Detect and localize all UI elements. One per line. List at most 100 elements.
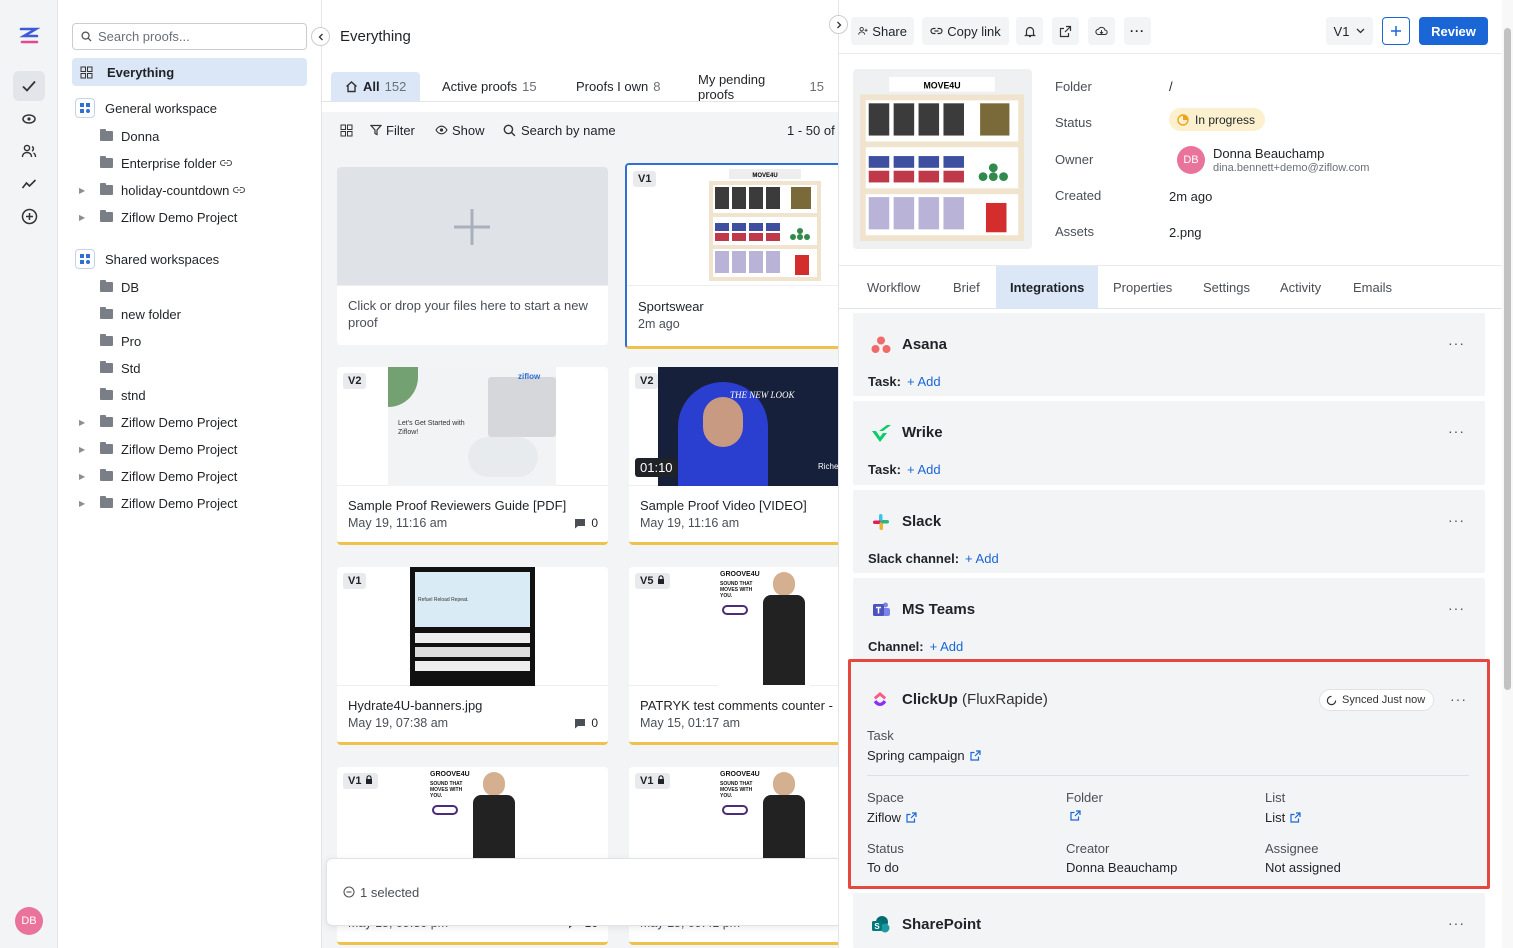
users-icon[interactable] <box>13 136 45 166</box>
collapse-detail-button[interactable] <box>829 15 848 34</box>
notifications-button[interactable] <box>1016 17 1043 45</box>
tab-integrations[interactable]: Integrations <box>996 266 1099 309</box>
tab-activity[interactable]: Activity <box>1266 266 1335 309</box>
expand-caret-icon[interactable]: ▶ <box>79 186 85 195</box>
dropzone-area[interactable] <box>337 167 608 286</box>
expand-caret-icon[interactable]: ▶ <box>79 418 85 427</box>
more-options-icon[interactable]: ··· <box>1448 600 1465 616</box>
cloud-sync-button[interactable] <box>1088 17 1115 45</box>
collapse-sidebar-button[interactable] <box>311 27 330 46</box>
expand-caret-icon[interactable]: ▶ <box>79 213 85 222</box>
more-options-icon[interactable]: ··· <box>1448 335 1465 351</box>
user-avatar[interactable]: DB <box>15 907 43 935</box>
comment-count[interactable]: 0 <box>574 516 598 530</box>
selection-bar[interactable]: 1 selected <box>326 858 838 926</box>
search-by-name-button[interactable]: Search by name <box>503 118 616 142</box>
proof-card-video[interactable]: THE NEW LOOK Richer discu V2 01:10 Sampl… <box>629 367 838 545</box>
folder-link[interactable] <box>1070 810 1081 821</box>
add-circle-icon[interactable] <box>13 201 45 231</box>
filter-button[interactable]: Filter <box>370 118 415 142</box>
list-link[interactable]: List <box>1265 810 1301 825</box>
add-version-button[interactable] <box>1382 17 1410 45</box>
tab-workflow[interactable]: Workflow <box>853 266 934 309</box>
more-options-icon[interactable]: ··· <box>1448 423 1465 439</box>
proof-card-patryk[interactable]: GROOVE4U SOUND THAT MOVES WITH YOU. V5 P… <box>629 567 838 745</box>
expand-caret-icon[interactable]: ▶ <box>79 445 85 454</box>
search-placeholder: Search proofs... <box>98 29 190 44</box>
plus-icon <box>454 209 490 245</box>
tab-active-proofs[interactable]: Active proofs 15 <box>428 72 551 101</box>
proof-thumbnail[interactable]: MOVE4U <box>627 165 838 286</box>
proof-card-reviewers-guide[interactable]: ziflow Let's Get Started with Ziflow! V2… <box>337 367 608 545</box>
sidebar-folder-holiday-countdown[interactable]: holiday-countdown <box>100 179 246 201</box>
new-proof-dropzone[interactable]: Click or drop your files here to start a… <box>337 167 608 345</box>
view-toggle-button[interactable] <box>340 118 353 142</box>
more-options-icon[interactable]: ··· <box>1450 691 1467 707</box>
share-label: Share <box>872 23 907 39</box>
scrollbar[interactable] <box>1502 0 1513 948</box>
sidebar-folder-enterprise[interactable]: Enterprise folder <box>100 152 233 174</box>
sidebar-folder-ziflow-demo[interactable]: Ziflow Demo Project <box>100 206 237 228</box>
tab-settings[interactable]: Settings <box>1189 266 1264 309</box>
sidebar-folder[interactable]: Ziflow Demo Project <box>100 411 237 433</box>
task-link[interactable]: Spring campaign <box>867 748 981 763</box>
sidebar-general-workspace[interactable]: General workspace <box>75 97 217 119</box>
sidebar-folder[interactable]: DB <box>100 276 139 298</box>
sharepoint-icon: S <box>872 916 890 933</box>
sidebar-folder[interactable]: Ziflow Demo Project <box>100 465 237 487</box>
tab-all[interactable]: All 152 <box>331 72 421 101</box>
sync-status-badge[interactable]: Synced Just now <box>1319 689 1435 711</box>
proof-thumbnail[interactable]: Refuel Reload Repeat. <box>337 567 608 686</box>
detail-tabs: Workflow Brief Integrations Properties S… <box>839 265 1503 309</box>
expand-caret-icon[interactable]: ▶ <box>79 472 85 481</box>
sidebar-folder[interactable]: Pro <box>100 330 141 352</box>
sidebar-folder[interactable]: Ziflow Demo Project <box>100 438 237 460</box>
show-button[interactable]: Show <box>435 118 485 142</box>
sidebar-folder[interactable]: Ziflow Demo Project <box>100 492 237 514</box>
search-proofs-input[interactable]: Search proofs... <box>72 23 307 50</box>
sidebar-folder[interactable]: Std <box>100 357 141 379</box>
tab-my-pending-proofs[interactable]: My pending proofs 15 <box>684 72 838 102</box>
expand-caret-icon[interactable]: ▶ <box>79 499 85 508</box>
deselect-circle-icon[interactable] <box>343 886 355 898</box>
ziflow-logo-icon[interactable] <box>13 21 45 51</box>
analytics-icon[interactable] <box>13 169 45 199</box>
copy-link-button[interactable]: Copy link <box>922 17 1009 45</box>
proof-preview[interactable]: MOVE4U <box>853 69 1032 249</box>
add-channel-button[interactable]: + Add <box>965 551 999 566</box>
add-channel-button[interactable]: + Add <box>930 639 964 654</box>
space-link[interactable]: Ziflow <box>867 810 917 825</box>
version-select[interactable]: V1 <box>1326 17 1373 45</box>
share-button[interactable]: Share <box>851 17 914 45</box>
tab-emails[interactable]: Emails <box>1339 266 1406 309</box>
sidebar-shared-workspaces[interactable]: Shared workspaces <box>75 248 219 270</box>
svg-text:MOVE4U: MOVE4U <box>923 81 960 91</box>
add-task-button[interactable]: + Add <box>907 462 941 477</box>
sync-status: Synced Just now <box>1342 694 1426 706</box>
sidebar-folder[interactable]: stnd <box>100 384 146 406</box>
more-options-button[interactable]: ··· <box>1124 17 1151 45</box>
assets-value[interactable]: 2.png <box>1169 225 1202 240</box>
sidebar-folder[interactable]: new folder <box>100 303 181 325</box>
status-badge[interactable]: In progress <box>1169 108 1266 131</box>
review-button[interactable]: Review <box>1419 17 1488 45</box>
more-options-icon[interactable]: ··· <box>1448 915 1465 931</box>
sidebar-item-everything[interactable]: Everything <box>72 58 307 86</box>
proof-card-hydrate4u[interactable]: Refuel Reload Repeat. V1 Hydrate4U-banne… <box>337 567 608 745</box>
proof-thumbnail[interactable]: ziflow Let's Get Started with Ziflow! <box>337 367 608 486</box>
bell-icon <box>1023 26 1036 37</box>
export-button[interactable] <box>1052 17 1079 45</box>
projects-icon[interactable] <box>13 104 45 134</box>
comment-count[interactable]: 0 <box>574 716 598 730</box>
tab-proofs-i-own[interactable]: Proofs I own 8 <box>562 72 675 101</box>
add-task-button[interactable]: + Add <box>907 374 941 389</box>
scrollbar-thumb[interactable] <box>1504 28 1511 690</box>
proofs-check-icon[interactable] <box>13 71 45 101</box>
integration-wrike: Wrike ··· Task: + Add <box>853 401 1485 485</box>
more-options-icon[interactable]: ··· <box>1448 512 1465 528</box>
proof-card-sportswear[interactable]: MOVE4U V1 Sportswear 2m ago <box>625 163 838 349</box>
sidebar-folder-donna[interactable]: Donna <box>100 125 159 147</box>
tab-brief[interactable]: Brief <box>939 266 994 309</box>
folder-value[interactable]: / <box>1169 79 1173 94</box>
tab-properties[interactable]: Properties <box>1099 266 1186 309</box>
